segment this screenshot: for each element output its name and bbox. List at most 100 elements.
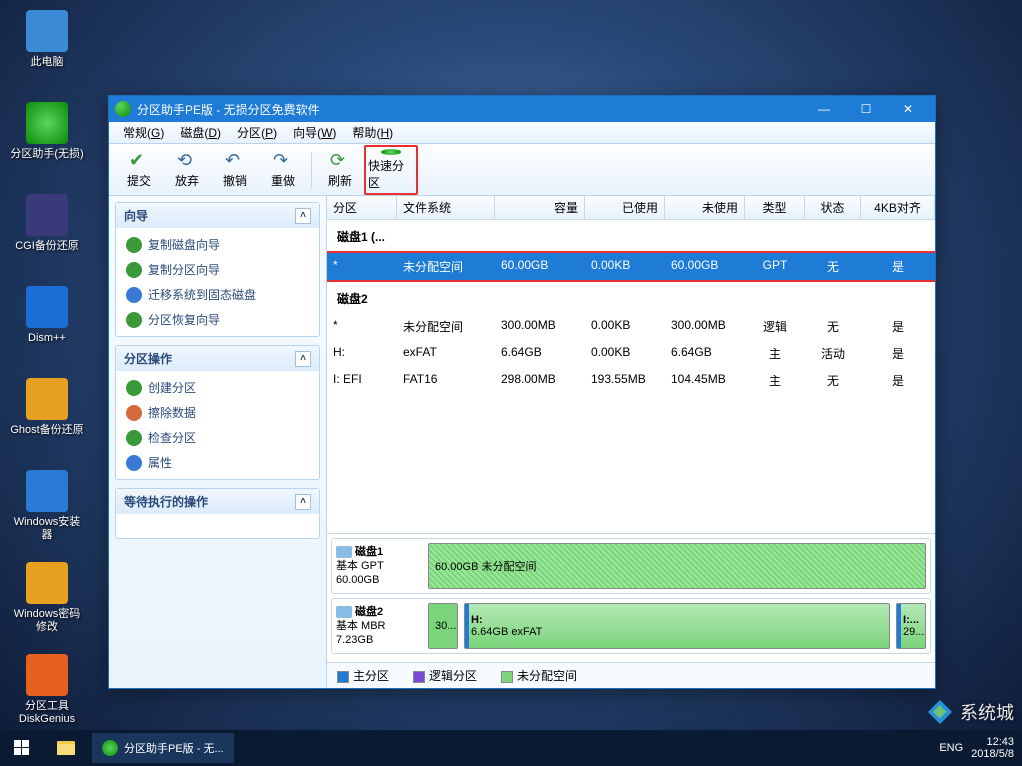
legend-logical: 逻辑分区 xyxy=(413,667,477,684)
wizard-panel: 向导 ˄ 复制磁盘向导 复制分区向导 迁移系统到固态磁盘 分区恢复向导 xyxy=(115,202,320,337)
desktop-icon-pa[interactable]: 分区助手(无损) xyxy=(10,102,84,182)
col-fs[interactable]: 文件系统 xyxy=(397,196,495,219)
desktop-icon-ghost[interactable]: Ghost备份还原 xyxy=(10,378,84,458)
folder-icon xyxy=(57,741,75,755)
logical-swatch-icon xyxy=(413,671,425,683)
disk-maps: 磁盘1 基本 GPT 60.00GB 60.00GB 未分配空间 磁盘2 基本 … xyxy=(327,533,935,662)
titlebar[interactable]: 分区助手PE版 - 无损分区免费软件 — ☐ ✕ xyxy=(109,96,935,122)
table-row[interactable]: I: EFI FAT16 298.00MB 193.55MB 104.45MB … xyxy=(327,367,935,394)
desktop-icon-diskgenius[interactable]: 分区工具DiskGenius xyxy=(10,654,84,734)
watermark: 系统城 xyxy=(926,698,1014,726)
wizard-migrate-ssd[interactable]: 迁移系统到固态磁盘 xyxy=(120,282,315,307)
op-properties[interactable]: 属性 xyxy=(120,450,315,475)
table-row[interactable]: * 未分配空间 300.00MB 0.00KB 300.00MB 逻辑 无 是 xyxy=(327,313,935,340)
menu-partition[interactable]: 分区(P) xyxy=(229,122,285,143)
table-row[interactable]: * 未分配空间 60.00GB 0.00KB 60.00GB GPT 无 是 xyxy=(327,253,935,280)
op-check[interactable]: 检查分区 xyxy=(120,425,315,450)
legend: 主分区 逻辑分区 未分配空间 xyxy=(327,662,935,688)
col-partition[interactable]: 分区 xyxy=(327,196,397,219)
disk2-header[interactable]: 磁盘2 xyxy=(327,282,935,313)
column-headers: 分区 文件系统 容量 已使用 未使用 类型 状态 4KB对齐 xyxy=(327,196,935,220)
wizard-panel-title: 向导 xyxy=(124,207,148,224)
quick-partition-button[interactable]: 快速分区 xyxy=(367,148,415,192)
op-icon xyxy=(126,405,142,421)
selected-row-highlight: * 未分配空间 60.00GB 0.00KB 60.00GB GPT 无 是 xyxy=(327,251,935,282)
collapse-icon[interactable]: ˄ xyxy=(295,494,311,510)
taskbar: 分区助手PE版 - 无... ENG 12:43 2018/5/8 xyxy=(0,730,1022,766)
minimize-button[interactable]: — xyxy=(803,96,845,122)
wizard-recover[interactable]: 分区恢复向导 xyxy=(120,307,315,332)
quick-partition-highlight: 快速分区 xyxy=(364,145,418,195)
taskbar-app-button[interactable]: 分区助手PE版 - 无... xyxy=(92,733,234,763)
system-tray[interactable]: ENG 12:43 2018/5/8 xyxy=(939,736,1022,760)
col-capacity[interactable]: 容量 xyxy=(495,196,585,219)
op-create[interactable]: 创建分区 xyxy=(120,375,315,400)
tray-lang[interactable]: ENG xyxy=(939,742,963,754)
col-used[interactable]: 已使用 xyxy=(585,196,665,219)
segment-unallocated-small[interactable]: 30... xyxy=(428,603,458,649)
main-area: 分区 文件系统 容量 已使用 未使用 类型 状态 4KB对齐 磁盘1 (... … xyxy=(327,196,935,688)
refresh-icon xyxy=(330,150,350,170)
desktop-icon-winpwd[interactable]: Windows密码修改 xyxy=(10,562,84,642)
wizard-icon xyxy=(126,237,142,253)
table-row[interactable]: H: exFAT 6.64GB 0.00KB 6.64GB 主 活动 是 xyxy=(327,340,935,367)
segment-i[interactable]: I:...29... xyxy=(896,603,926,649)
disk1-map[interactable]: 磁盘1 基本 GPT 60.00GB 60.00GB 未分配空间 xyxy=(331,538,931,594)
disk-icon xyxy=(336,546,352,558)
undo-icon xyxy=(225,150,245,170)
legend-primary: 主分区 xyxy=(337,667,389,684)
disk2-map[interactable]: 磁盘2 基本 MBR 7.23GB 30... H:6.64GB exFAT I… xyxy=(331,598,931,654)
collapse-icon[interactable]: ˄ xyxy=(295,351,311,367)
col-status[interactable]: 状态 xyxy=(805,196,861,219)
desktop-icon-dism[interactable]: Dism++ xyxy=(10,286,84,366)
wizard-copy-disk[interactable]: 复制磁盘向导 xyxy=(120,232,315,257)
collapse-icon[interactable]: ˄ xyxy=(295,208,311,224)
legend-unalloc: 未分配空间 xyxy=(501,667,577,684)
maximize-button[interactable]: ☐ xyxy=(845,96,887,122)
disk2-info: 磁盘2 基本 MBR 7.23GB xyxy=(336,603,422,649)
desktop-icon-wininst[interactable]: Windows安装器 xyxy=(10,470,84,550)
segment-unallocated[interactable]: 60.00GB 未分配空间 xyxy=(428,543,926,589)
redo-icon xyxy=(273,150,293,170)
disk-icon xyxy=(336,606,352,618)
disk1-header[interactable]: 磁盘1 (... xyxy=(327,220,935,251)
col-type[interactable]: 类型 xyxy=(745,196,805,219)
tray-clock[interactable]: 12:43 2018/5/8 xyxy=(971,736,1014,760)
menu-general[interactable]: 常规(G) xyxy=(115,122,172,143)
menu-disk[interactable]: 磁盘(D) xyxy=(172,122,229,143)
undo-button[interactable]: 撤销 xyxy=(211,148,259,192)
sidebar: 向导 ˄ 复制磁盘向导 复制分区向导 迁移系统到固态磁盘 分区恢复向导 分区操作 ˄… xyxy=(109,196,327,688)
col-align[interactable]: 4KB对齐 xyxy=(861,196,935,219)
segment-h[interactable]: H:6.64GB exFAT xyxy=(464,603,890,649)
ops-panel-title: 分区操作 xyxy=(124,350,172,367)
desktop-icon-thispc[interactable]: 此电脑 xyxy=(10,10,84,90)
discard-button[interactable]: 放弃 xyxy=(163,148,211,192)
windows-icon xyxy=(14,740,30,756)
toolbar-separator xyxy=(311,152,312,188)
redo-button[interactable]: 重做 xyxy=(259,148,307,192)
op-wipe[interactable]: 擦除数据 xyxy=(120,400,315,425)
start-button[interactable] xyxy=(0,730,44,766)
discard-icon xyxy=(177,150,197,170)
commit-button[interactable]: 提交 xyxy=(115,148,163,192)
menubar: 常规(G) 磁盘(D) 分区(P) 向导(W) 帮助(H) xyxy=(109,122,935,144)
check-icon xyxy=(129,150,149,170)
unalloc-swatch-icon xyxy=(501,671,513,683)
partition-assistant-window: 分区助手PE版 - 无损分区免费软件 — ☐ ✕ 常规(G) 磁盘(D) 分区(… xyxy=(108,95,936,689)
refresh-button[interactable]: 刷新 xyxy=(316,148,364,192)
close-button[interactable]: ✕ xyxy=(887,96,929,122)
partition-list: 磁盘1 (... * 未分配空间 60.00GB 0.00KB 60.00GB … xyxy=(327,220,935,533)
menu-wizard[interactable]: 向导(W) xyxy=(285,122,344,143)
col-unused[interactable]: 未使用 xyxy=(665,196,745,219)
desktop-icon-cgi[interactable]: CGI备份还原 xyxy=(10,194,84,274)
wizard-copy-partition[interactable]: 复制分区向导 xyxy=(120,257,315,282)
primary-stripe-icon xyxy=(897,604,901,648)
primary-swatch-icon xyxy=(337,671,349,683)
desktop-icons: 此电脑 分区助手(无损) CGI备份还原 Dism++ Ghost备份还原 Wi… xyxy=(10,10,90,746)
op-icon xyxy=(126,380,142,396)
menu-help[interactable]: 帮助(H) xyxy=(344,122,401,143)
toolbar: 提交 放弃 撤销 重做 刷新 快速分区 xyxy=(109,144,935,196)
wizard-icon xyxy=(126,262,142,278)
explorer-button[interactable] xyxy=(44,730,88,766)
primary-stripe-icon xyxy=(465,604,469,648)
